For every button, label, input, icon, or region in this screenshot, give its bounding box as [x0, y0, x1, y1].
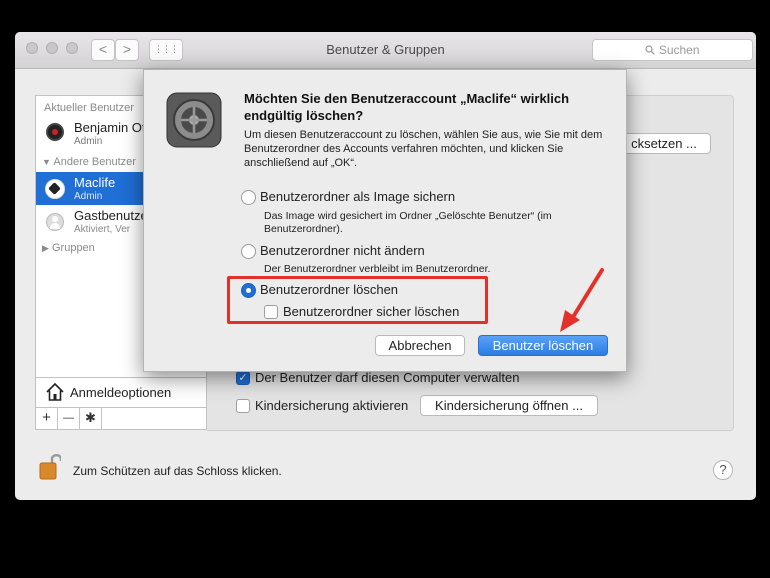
admin-checkbox-label: Der Benutzer darf diesen Computer verwal…	[255, 370, 520, 385]
user-role: Aktiviert, Ver	[74, 224, 131, 235]
admin-checkbox[interactable]: ✓	[236, 371, 250, 385]
guest-avatar-icon	[46, 213, 64, 231]
radio-keep-folder[interactable]	[241, 244, 256, 259]
red-arrow-annotation	[560, 268, 604, 332]
gear-icon[interactable]: ✱	[80, 408, 102, 429]
search-placeholder: Suchen	[658, 43, 700, 57]
highlight-box	[227, 276, 488, 324]
list-toolbar: + — ✱	[35, 408, 207, 430]
parental-controls-checkbox[interactable]	[236, 399, 250, 413]
dialog-title: Möchten Sie den Benutzeraccount „Maclife…	[244, 91, 570, 123]
open-parental-controls-button[interactable]: Kindersicherung öffnen ...	[420, 395, 598, 416]
help-icon: ?	[719, 462, 727, 477]
title-bar: < > ⋮⋮⋮ Benutzer & Gruppen Suchen	[15, 32, 756, 69]
system-preferences-gear-icon	[166, 92, 222, 148]
radio-save-as-image[interactable]	[241, 190, 256, 205]
other-users-label: Andere Benutzer	[53, 156, 136, 168]
soccer-ball-icon	[45, 179, 65, 199]
user-role: Admin	[74, 191, 103, 202]
groups-label: Gruppen	[51, 242, 95, 254]
triangle-right-icon: ▶	[42, 243, 49, 253]
cancel-button[interactable]: Abbrechen	[375, 335, 465, 356]
lock-hint-text: Zum Schützen auf das Schloss klicken.	[73, 464, 282, 478]
lock-open-icon[interactable]	[39, 451, 61, 481]
user-name: Maclife	[74, 175, 116, 190]
search-input[interactable]: Suchen	[592, 39, 753, 61]
search-icon	[645, 45, 656, 55]
radio-keep-folder-label: Benutzerordner nicht ändern	[260, 243, 425, 258]
add-user-button[interactable]: +	[36, 408, 58, 429]
avatar	[46, 123, 64, 141]
parental-controls-label: Kindersicherung aktivieren	[255, 398, 409, 413]
other-users-header[interactable]: ▼ Andere Benutzer	[42, 156, 136, 168]
dialog-description: Um diesen Benutzeraccount zu löschen, wä…	[244, 129, 603, 169]
current-user-name: Benjamin Ot	[74, 120, 146, 135]
login-options-label: Anmeldeoptionen	[70, 385, 172, 400]
sidebar-bottom: Anmeldeoptionen + — ✱	[35, 378, 207, 430]
save-as-image-note: Das Image wird gesichert im Ordner „Gelö…	[264, 210, 552, 235]
current-user-header: Aktueller Benutzer	[44, 102, 134, 114]
triangle-down-icon: ▼	[42, 157, 51, 167]
delete-user-dialog: Möchten Sie den Benutzeraccount „Maclife…	[143, 69, 627, 372]
radio-save-as-image-label: Benutzerordner als Image sichern	[260, 189, 456, 204]
reset-password-button[interactable]: cksetzen ...	[617, 133, 711, 154]
login-options-item[interactable]: Anmeldeoptionen	[35, 378, 207, 408]
current-user-role: Admin	[74, 136, 103, 147]
help-button[interactable]: ?	[713, 460, 733, 480]
keep-folder-note: Der Benutzerordner verbleibt im Benutzer…	[264, 263, 491, 275]
house-icon	[46, 382, 64, 401]
remove-user-button[interactable]: —	[58, 408, 80, 429]
user-name: Gastbenutze	[74, 208, 148, 223]
groups-header[interactable]: ▶ Gruppen	[42, 242, 95, 254]
